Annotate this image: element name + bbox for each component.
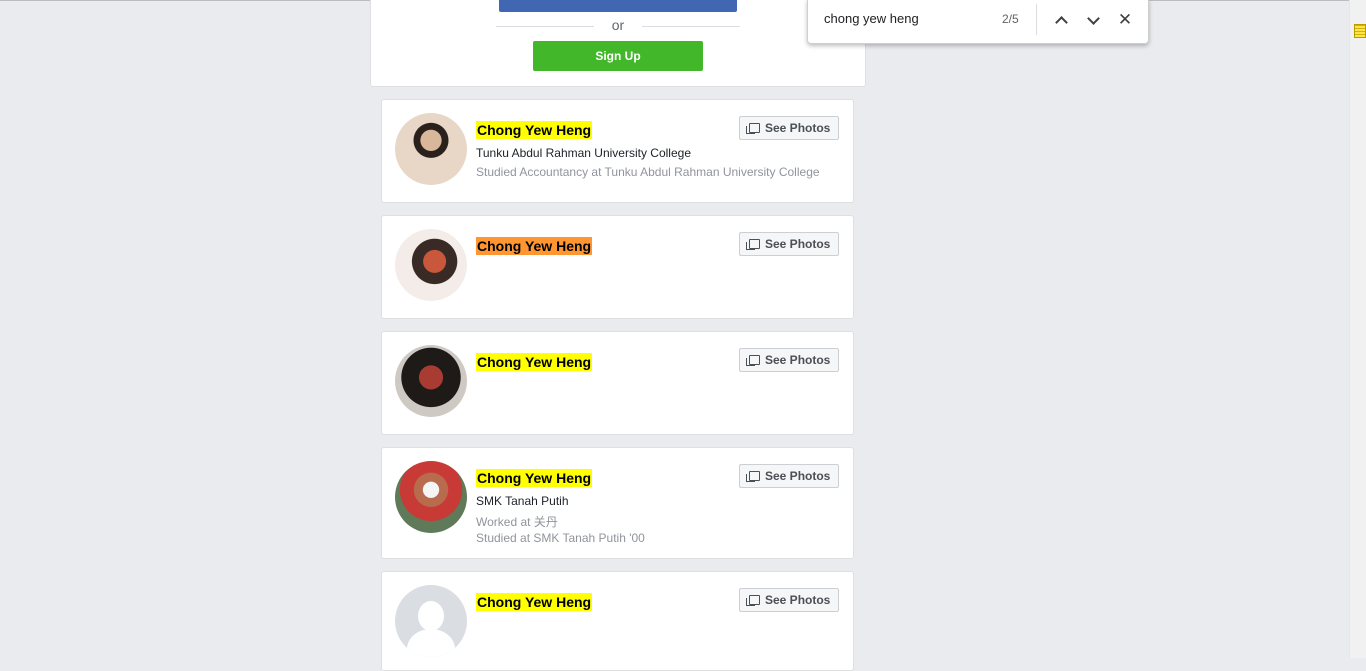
login-button[interactable] xyxy=(499,0,737,12)
see-photos-label: See Photos xyxy=(765,469,831,483)
result-card: Chong Yew Heng See Photos xyxy=(381,571,854,671)
find-match-count: 2/5 xyxy=(1002,12,1019,26)
find-match-marker xyxy=(1354,24,1366,38)
find-next-button[interactable] xyxy=(1082,9,1104,31)
result-card: Chong Yew Heng See Photos xyxy=(381,331,854,435)
see-photos-button[interactable]: See Photos xyxy=(739,464,839,488)
profile-education: Studied at SMK Tanah Putih '00 xyxy=(476,531,645,545)
see-photos-label: See Photos xyxy=(765,121,831,135)
result-card: Chong Yew Heng See Photos xyxy=(381,215,854,319)
photos-icon xyxy=(746,239,760,250)
find-separator xyxy=(1036,4,1037,35)
chevron-up-icon xyxy=(1054,16,1068,29)
profile-school: SMK Tanah Putih xyxy=(476,494,569,508)
result-card: Chong Yew Heng SMK Tanah Putih Worked at… xyxy=(381,447,854,559)
profile-photo[interactable] xyxy=(395,113,467,185)
profile-photo[interactable] xyxy=(395,345,467,417)
profile-school: Tunku Abdul Rahman University College xyxy=(476,146,691,160)
find-previous-button[interactable] xyxy=(1050,9,1072,31)
see-photos-button[interactable]: See Photos xyxy=(739,232,839,256)
find-bar: chong yew heng 2/5 ✕ xyxy=(807,0,1149,44)
close-icon: ✕ xyxy=(1117,10,1133,29)
profile-name[interactable]: Chong Yew Heng xyxy=(476,353,593,371)
see-photos-label: See Photos xyxy=(765,593,831,607)
profile-detail: Studied Accountancy at Tunku Abdul Rahma… xyxy=(476,165,820,179)
result-card: Chong Yew Heng Tunku Abdul Rahman Univer… xyxy=(381,99,854,203)
photos-icon xyxy=(746,123,760,134)
or-divider: or xyxy=(496,16,740,36)
profile-work: Worked at 关丹 xyxy=(476,515,558,529)
signup-button[interactable]: Sign Up xyxy=(533,41,703,71)
chevron-down-icon xyxy=(1086,12,1100,25)
see-photos-label: See Photos xyxy=(765,237,831,251)
profile-name[interactable]: Chong Yew Heng xyxy=(476,593,593,611)
profile-photo[interactable] xyxy=(395,229,467,301)
see-photos-button[interactable]: See Photos xyxy=(739,348,839,372)
profile-name[interactable]: Chong Yew Heng xyxy=(476,121,593,139)
find-input[interactable]: chong yew heng xyxy=(824,11,919,26)
silhouette-head xyxy=(418,601,444,631)
profile-name[interactable]: Chong Yew Heng xyxy=(476,469,593,487)
or-text: or xyxy=(611,17,625,33)
see-photos-button[interactable]: See Photos xyxy=(739,588,839,612)
silhouette-body xyxy=(407,629,455,657)
signup-box: or Sign Up xyxy=(370,0,866,87)
photos-icon xyxy=(746,355,760,366)
profile-name[interactable]: Chong Yew Heng xyxy=(476,237,593,255)
profile-photo[interactable] xyxy=(395,461,467,533)
see-photos-button[interactable]: See Photos xyxy=(739,116,839,140)
photos-icon xyxy=(746,471,760,482)
photos-icon xyxy=(746,595,760,606)
divider-line xyxy=(642,26,740,27)
default-profile-photo[interactable] xyxy=(395,585,467,657)
find-close-button[interactable]: ✕ xyxy=(1114,9,1136,31)
see-photos-label: See Photos xyxy=(765,353,831,367)
vertical-scrollbar[interactable] xyxy=(1349,0,1366,658)
